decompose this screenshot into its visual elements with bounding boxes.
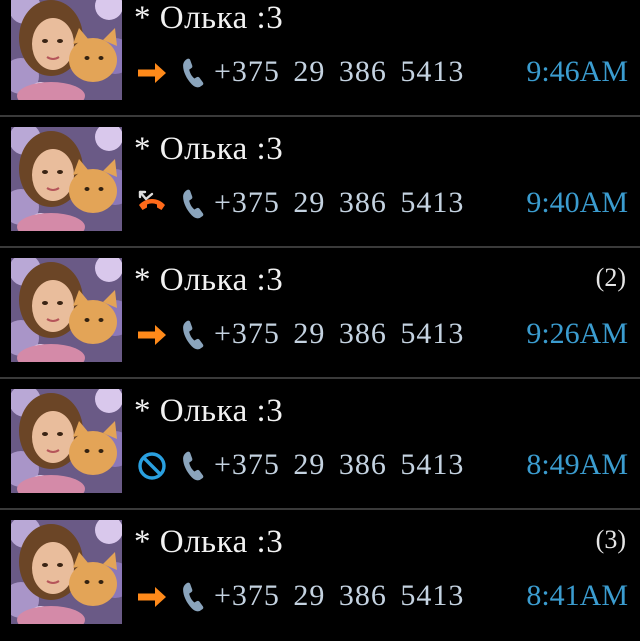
call-log-row[interactable]: * Олька :3 +375 29 386 5413 8:49AM	[0, 379, 640, 510]
phone-icon	[180, 449, 206, 481]
phone-number: +375 29 386 5413	[214, 186, 465, 219]
call-time: 9:40AM	[526, 186, 628, 219]
outgoing-arrow-icon	[136, 57, 168, 89]
call-log-row[interactable]: * Олька :3 (3) +375 29 386 5413 8:41AM	[0, 510, 640, 641]
contact-name: * Олька :3	[134, 524, 284, 560]
contact-name: * Олька :3	[134, 0, 284, 36]
contact-avatar[interactable]	[11, 389, 122, 493]
outgoing-arrow-icon	[136, 319, 168, 351]
contact-name: * Олька :3	[134, 131, 284, 167]
phone-number: +375 29 386 5413	[214, 317, 465, 350]
phone-number: +375 29 386 5413	[214, 448, 465, 481]
call-time: 8:41AM	[526, 579, 628, 612]
phone-number: +375 29 386 5413	[214, 55, 465, 88]
phone-icon	[180, 580, 206, 612]
contact-avatar[interactable]	[11, 0, 122, 100]
call-log-row[interactable]: * Олька :3 (2) +375 29 386 5413 9:26AM	[0, 248, 640, 379]
call-time: 9:26AM	[526, 317, 628, 350]
phone-icon	[180, 56, 206, 88]
call-log-row[interactable]: * Олька :3 +375 29 386 5413 9:46AM	[0, 0, 640, 117]
call-count-badge: (3)	[595, 525, 626, 554]
missed-call-icon	[136, 188, 168, 220]
blocked-call-icon	[136, 450, 168, 482]
phone-icon	[180, 318, 206, 350]
call-count-badge: (2)	[595, 263, 626, 292]
phone-number: +375 29 386 5413	[214, 579, 465, 612]
outgoing-arrow-icon	[136, 581, 168, 613]
contact-avatar[interactable]	[11, 127, 122, 231]
contact-name: * Олька :3	[134, 393, 284, 429]
call-log-list: * Олька :3 +375 29 386 5413 9:46AM * Оль…	[0, 0, 640, 641]
contact-avatar[interactable]	[11, 520, 122, 624]
call-time: 9:46AM	[526, 55, 628, 88]
contact-avatar[interactable]	[11, 258, 122, 362]
phone-icon	[180, 187, 206, 219]
call-time: 8:49AM	[526, 448, 628, 481]
contact-name: * Олька :3	[134, 262, 284, 298]
call-log-row[interactable]: * Олька :3 +375 29 386 5413 9:40AM	[0, 117, 640, 248]
